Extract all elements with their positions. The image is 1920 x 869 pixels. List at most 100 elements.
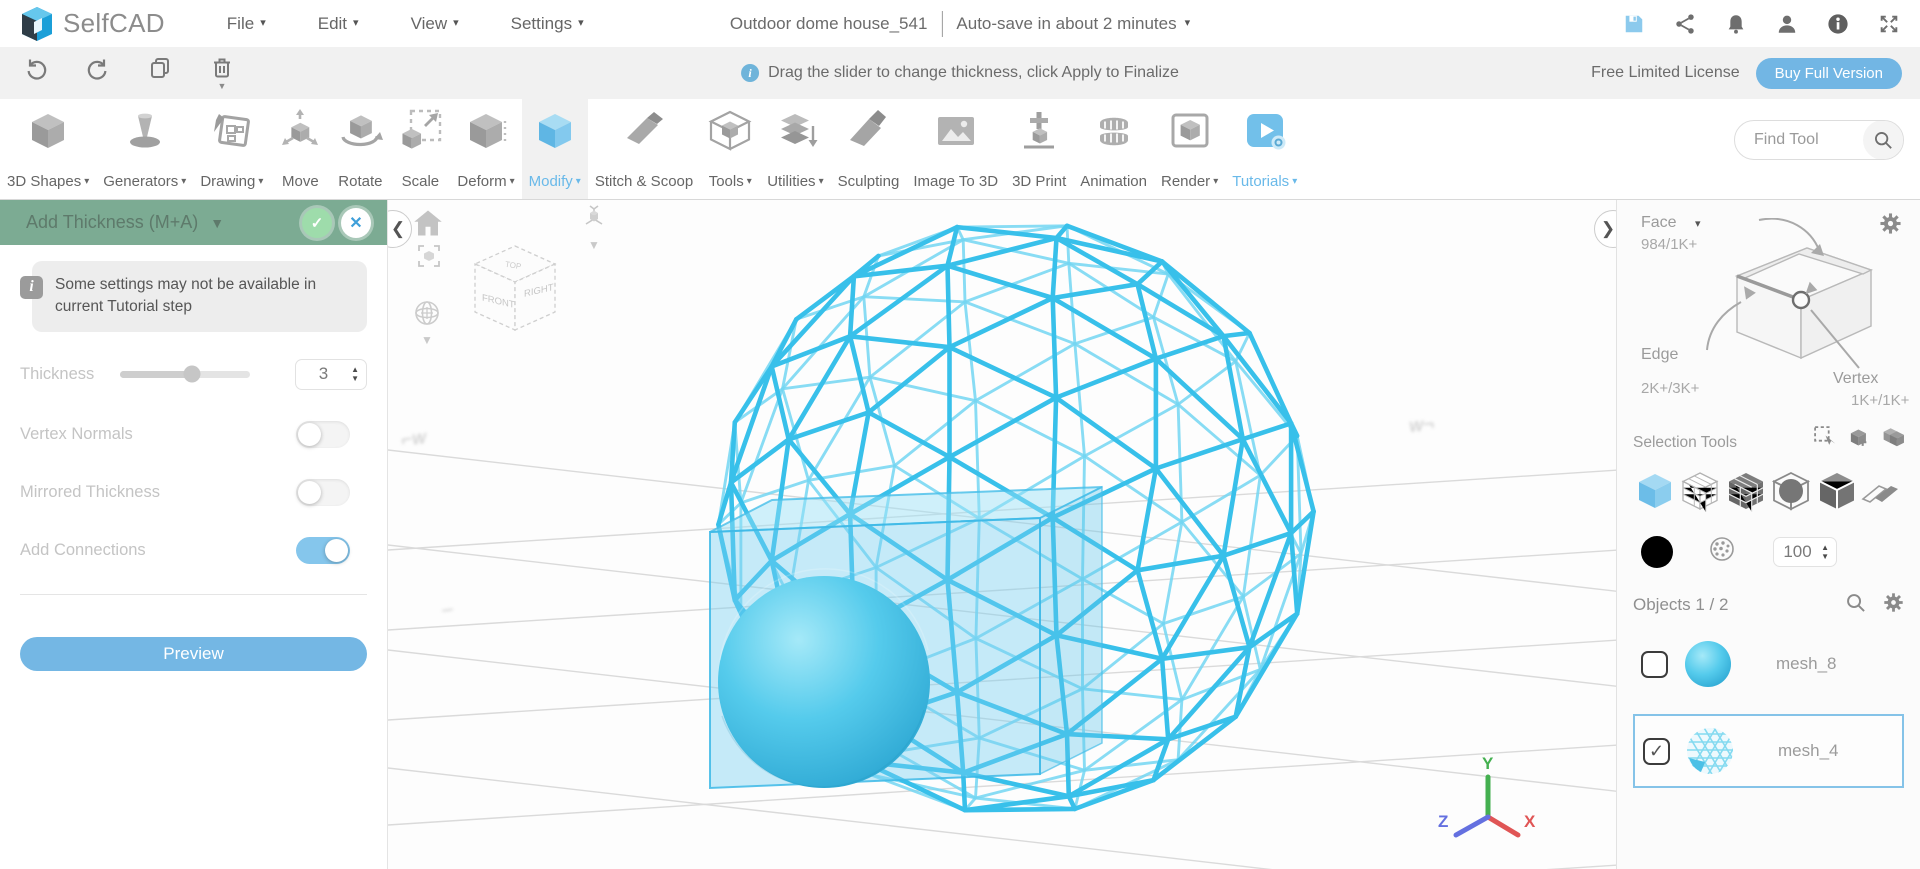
toolbar-tool-utilities[interactable]: Utilities ▾	[760, 99, 830, 199]
sphere-in-cube-mode-icon[interactable]	[1769, 469, 1813, 513]
vertex-count: 1K+/1K+	[1851, 392, 1910, 409]
material-sphere-icon[interactable]	[1707, 534, 1737, 569]
toolbar-tool-deform[interactable]: Deform ▾	[450, 99, 521, 199]
add-thickness-panel: Add Thickness (M+A) ▼ ✓ ✕ i Some setting…	[0, 200, 388, 869]
gear-icon[interactable]	[1883, 592, 1904, 618]
selection-tools-row: Selection Tools	[1633, 425, 1904, 452]
find-tool-input[interactable]	[1735, 131, 1863, 149]
chevron-down-icon[interactable]: ▼	[210, 215, 224, 231]
selection-tools-label: Selection Tools	[1633, 434, 1737, 451]
slider-knob[interactable]	[183, 365, 200, 383]
menu-edit[interactable]: Edit ▾	[318, 14, 359, 34]
preview-button[interactable]: Preview	[20, 636, 367, 671]
step-up-icon[interactable]: ▲	[351, 366, 359, 374]
toolbar-tool-move[interactable]: Move	[270, 99, 330, 199]
viewport-3d[interactable]: ⌐w w¬ – ❮ ❯ TOP FRONT RIGHT ▼ ▼ Y X Z	[388, 200, 1616, 869]
toolbar-tool-tools[interactable]: Tools ▾	[700, 99, 760, 199]
solid-mode-icon[interactable]	[1633, 469, 1677, 513]
search-icon[interactable]	[1863, 121, 1903, 159]
chevron-down-icon[interactable]: ▼	[421, 333, 433, 347]
wireframe-mode-icon[interactable]	[1678, 469, 1722, 513]
toolbar-tool-modify[interactable]: Modify ▾	[521, 99, 588, 199]
apply-check-icon[interactable]: ✓	[302, 207, 332, 238]
chevron-down-icon: ▾	[509, 176, 515, 187]
autosave-status[interactable]: Auto-save in about 2 minutes ▾	[956, 14, 1190, 34]
thickness-input[interactable]	[296, 364, 352, 385]
object-checkbox[interactable]: ✓	[1643, 737, 1670, 765]
mesh-stats: Face ▾ 984/1K+ Edge 2K+/3K+ Vertex 1K+/1…	[1633, 200, 1909, 428]
panel-header[interactable]: Add Thickness (M+A) ▼ ✓ ✕	[0, 200, 387, 245]
toolbar-tool-render[interactable]: Render ▾	[1154, 99, 1225, 199]
toolbar-tool-3d-shapes[interactable]: 3D Shapes ▾	[0, 99, 96, 199]
copy-icon[interactable]	[148, 56, 172, 80]
buy-full-version-button[interactable]: Buy Full Version	[1755, 57, 1902, 89]
toggle-label: Add Connections	[20, 541, 146, 560]
save-icon[interactable]	[1623, 13, 1645, 35]
split-cube-mode-icon[interactable]	[1815, 469, 1859, 513]
chevron-down-icon: ▼	[217, 80, 227, 91]
axes-widget-icon[interactable]	[580, 205, 608, 238]
fullscreen-icon[interactable]	[1878, 13, 1900, 35]
step-up-icon[interactable]: ▲	[1821, 543, 1829, 551]
edge-count: 2K+/3K+	[1641, 380, 1700, 397]
toggle-knob	[298, 422, 321, 446]
color-swatch[interactable]	[1641, 535, 1673, 568]
delete-icon[interactable]: ▼	[210, 56, 234, 91]
find-tool-search[interactable]	[1734, 120, 1904, 160]
share-icon[interactable]	[1674, 13, 1696, 35]
search-icon[interactable]	[1845, 592, 1866, 618]
toolbar-tool-stitch-scoop[interactable]: Stitch & Scoop	[588, 99, 700, 199]
toolbar-tool-3d-print[interactable]: 3D Print	[1005, 99, 1073, 199]
toolbar-tool-sculpting[interactable]: Sculpting	[831, 99, 907, 199]
selfcad-logo[interactable]: SelfCAD	[20, 6, 165, 42]
object-checkbox[interactable]: ✓	[1641, 650, 1668, 678]
chevron-down-icon[interactable]: ▼	[588, 238, 600, 252]
object-row-mesh-4[interactable]: ✓ mesh_4	[1633, 714, 1904, 788]
face-count: 984/1K+	[1641, 236, 1698, 253]
plane-mode-icon[interactable]	[1860, 469, 1904, 513]
menu-view[interactable]: View ▾	[411, 14, 459, 34]
face-stats[interactable]: Face ▾ 984/1K+	[1641, 214, 1701, 253]
step-down-icon[interactable]: ▼	[351, 375, 359, 383]
mirrored-thickness-toggle[interactable]	[296, 478, 350, 506]
close-x-icon[interactable]: ✕	[341, 207, 371, 238]
fit-view-icon[interactable]	[417, 244, 441, 273]
toolbar-tool-rotate[interactable]: Rotate	[330, 99, 390, 199]
object-row-mesh-8[interactable]: ✓ mesh_8	[1633, 630, 1904, 698]
menu-settings[interactable]: Settings ▾	[511, 14, 584, 34]
menu-file[interactable]: File ▾	[227, 14, 266, 34]
thickness-slider[interactable]	[120, 365, 250, 383]
edge-stats[interactable]: Edge 2K+/3K+	[1641, 346, 1699, 397]
view-cube[interactable]: TOP FRONT RIGHT	[467, 240, 563, 336]
vertex-stats[interactable]: Vertex 1K+/1K+	[1833, 370, 1909, 409]
stepper[interactable]: ▲ ▼	[1821, 543, 1829, 560]
orbit-icon[interactable]	[412, 298, 442, 333]
toolbar-tool-scale[interactable]: Scale	[390, 99, 450, 199]
toolbar-tool-tutorials[interactable]: Tutorials ▾	[1225, 99, 1304, 199]
drawing-icon	[213, 114, 250, 147]
toolbar-tool-drawing[interactable]: Drawing ▾	[193, 99, 270, 199]
stepper[interactable]: ▲ ▼	[351, 366, 359, 383]
toolbar-tool-generators[interactable]: Generators ▾	[96, 99, 193, 199]
info-icon[interactable]	[1827, 13, 1849, 35]
modify-icon	[538, 114, 571, 148]
polygon-grid-mode-icon[interactable]	[1724, 469, 1768, 513]
chevron-down-icon: ▾	[818, 176, 824, 187]
logo-text: SelfCAD	[63, 8, 165, 38]
add-connections-toggle[interactable]	[296, 536, 350, 564]
step-down-icon[interactable]: ▼	[1821, 552, 1829, 560]
axis-gizmo: Y X Z	[1438, 755, 1536, 838]
redo-icon[interactable]	[86, 56, 110, 80]
object-name: mesh_4	[1778, 741, 1839, 760]
account-icon[interactable]	[1776, 13, 1798, 35]
home-icon[interactable]	[413, 209, 443, 242]
opacity-input[interactable]	[1774, 541, 1822, 562]
toolbar-tool-animation[interactable]: Animation	[1073, 99, 1154, 199]
notifications-icon[interactable]	[1725, 13, 1747, 35]
undo-icon[interactable]	[24, 56, 48, 80]
notice-message: i Drag the slider to change thickness, c…	[741, 64, 1179, 82]
toolbar-tool-image-to-3d[interactable]: Image To 3D	[906, 99, 1005, 199]
stitch-icon	[627, 112, 664, 144]
vertex-normals-toggle[interactable]	[296, 420, 350, 448]
chevron-down-icon: ▾	[258, 176, 264, 187]
